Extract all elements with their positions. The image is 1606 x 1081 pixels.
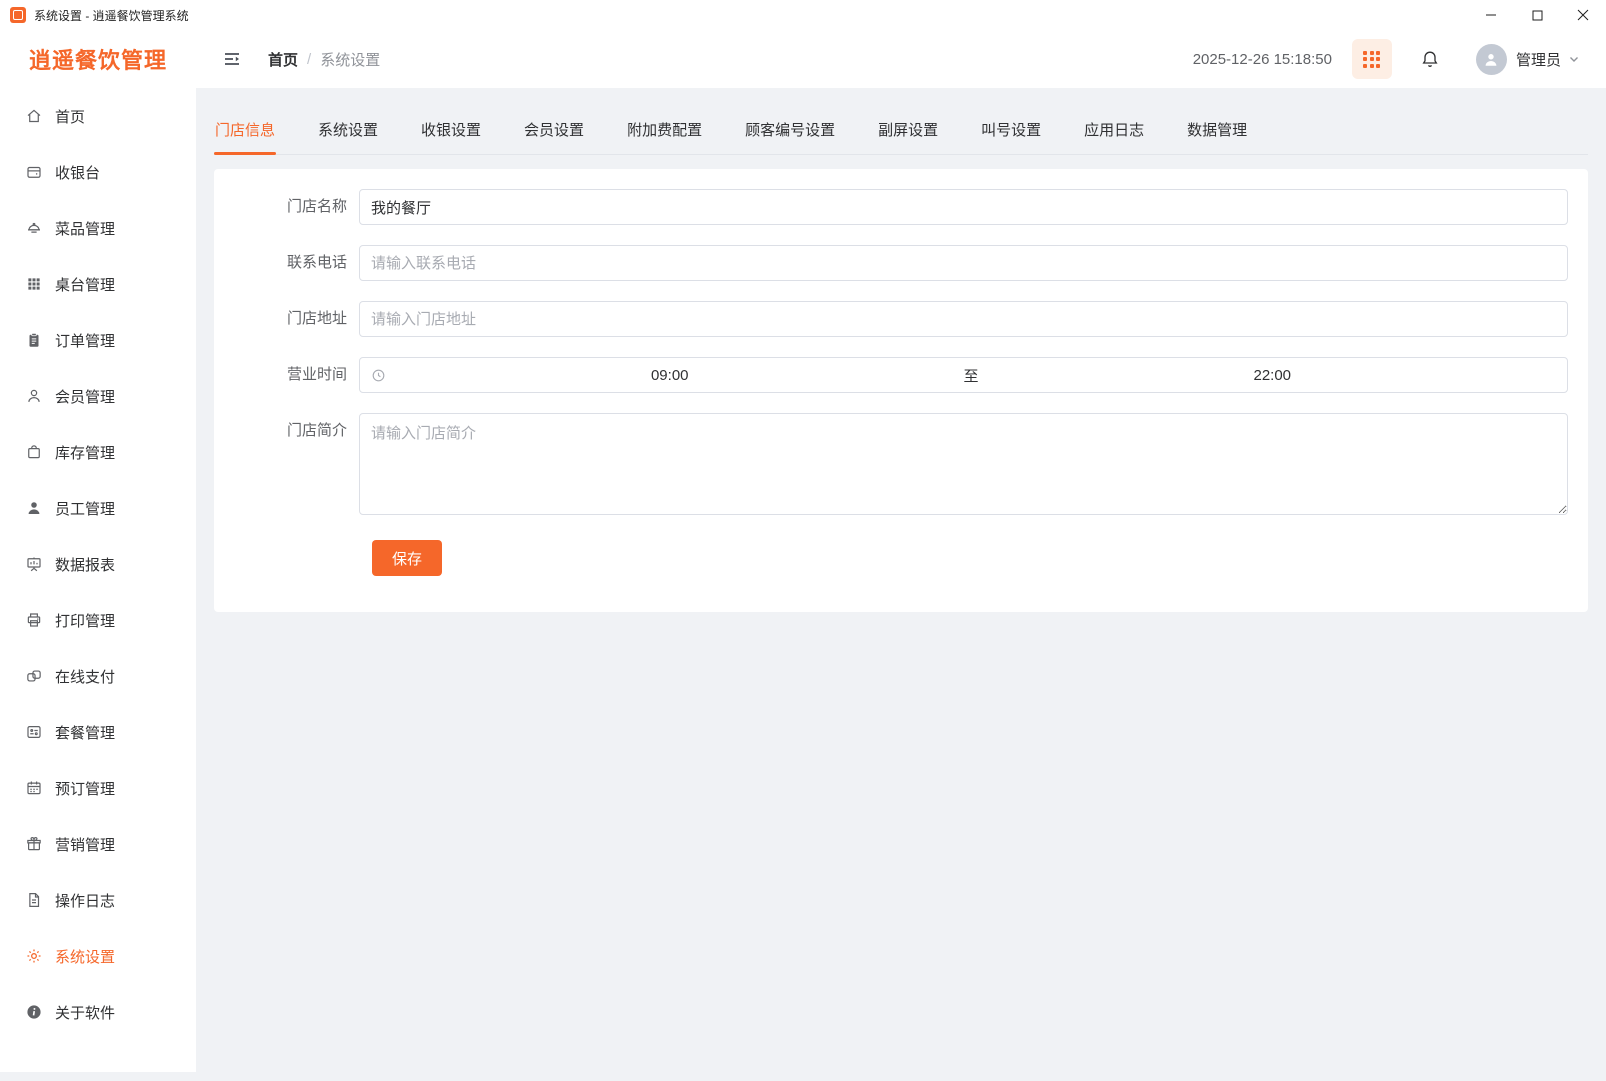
- minimize-button[interactable]: [1468, 0, 1514, 30]
- dish-icon: [25, 219, 43, 237]
- sidebar-item-combos[interactable]: 套餐管理: [0, 704, 196, 760]
- header: 首页 / 系统设置 2025-12-26 15:18:50 管理员: [196, 30, 1606, 88]
- fold-icon: [223, 50, 241, 68]
- reservation-icon: [25, 779, 43, 797]
- business-hours-end-input[interactable]: [989, 367, 1557, 384]
- apps-grid-button[interactable]: [1352, 39, 1392, 79]
- sidebar-fold-button[interactable]: [222, 49, 242, 69]
- user-menu[interactable]: 管理员: [1476, 44, 1580, 75]
- sidebar-item-home[interactable]: 首页: [0, 88, 196, 144]
- tab-call-number-settings[interactable]: 叫号设置: [980, 105, 1042, 154]
- address-input[interactable]: [359, 301, 1568, 337]
- range-separator: 至: [954, 365, 989, 386]
- sidebar: 逍遥餐饮管理 首页 收银台 菜品管理 桌台管理 订单管理 会员管理 库存管理: [0, 30, 196, 1072]
- avatar: [1476, 44, 1507, 75]
- tab-store-info[interactable]: 门店信息: [214, 105, 276, 154]
- username: 管理员: [1516, 49, 1561, 70]
- tab-app-logs[interactable]: 应用日志: [1083, 105, 1145, 154]
- business-hours-label: 营业时间: [234, 357, 359, 393]
- tab-customer-number-settings[interactable]: 顾客编号设置: [744, 105, 836, 154]
- close-icon: [1577, 9, 1589, 21]
- sidebar-item-inventory[interactable]: 库存管理: [0, 424, 196, 480]
- phone-label: 联系电话: [234, 245, 359, 281]
- chevron-down-icon: [1568, 53, 1580, 65]
- settings-tabs: 门店信息 系统设置 收银设置 会员设置 附加费配置 顾客编号设置 副屏设置 叫号…: [214, 105, 1588, 155]
- window-title: 系统设置 - 逍遥餐饮管理系统: [34, 7, 189, 24]
- phone-input[interactable]: [359, 245, 1568, 281]
- staff-icon: [25, 499, 43, 517]
- clock-icon: [371, 368, 386, 383]
- save-button[interactable]: 保存: [372, 540, 442, 576]
- tab-member-settings[interactable]: 会员设置: [523, 105, 585, 154]
- sidebar-item-members[interactable]: 会员管理: [0, 368, 196, 424]
- sidebar-item-orders[interactable]: 订单管理: [0, 312, 196, 368]
- sidebar-item-about[interactable]: 关于软件: [0, 984, 196, 1040]
- close-button[interactable]: [1560, 0, 1606, 30]
- tab-data-management[interactable]: 数据管理: [1186, 105, 1248, 154]
- store-name-label: 门店名称: [234, 189, 359, 225]
- horizontal-scrollbar-track[interactable]: [0, 1072, 1606, 1081]
- sidebar-item-staff[interactable]: 员工管理: [0, 480, 196, 536]
- apps-grid-icon: [1363, 51, 1380, 68]
- sidebar-item-operation-log[interactable]: 操作日志: [0, 872, 196, 928]
- app-name: 逍遥餐饮管理: [0, 30, 196, 88]
- avatar-user-icon: [1482, 50, 1500, 68]
- sidebar-item-tables[interactable]: 桌台管理: [0, 256, 196, 312]
- store-info-form-card: 门店名称 联系电话 门店地址: [214, 169, 1588, 612]
- printer-icon: [25, 611, 43, 629]
- titlebar: 系统设置 - 逍遥餐饮管理系统: [0, 0, 1606, 30]
- business-hours-range-picker[interactable]: 至: [359, 357, 1568, 393]
- sidebar-item-cashier[interactable]: 收银台: [0, 144, 196, 200]
- tab-surcharge-settings[interactable]: 附加费配置: [626, 105, 703, 154]
- datetime-display: 2025-12-26 15:18:50: [1193, 51, 1332, 68]
- sidebar-item-reservations[interactable]: 预订管理: [0, 760, 196, 816]
- table-grid-icon: [25, 275, 43, 293]
- minimize-icon: [1485, 9, 1497, 21]
- store-name-input[interactable]: [359, 189, 1568, 225]
- member-icon: [25, 387, 43, 405]
- payment-icon: [25, 667, 43, 685]
- order-icon: [25, 331, 43, 349]
- report-icon: [25, 555, 43, 573]
- sidebar-item-printing[interactable]: 打印管理: [0, 592, 196, 648]
- sidebar-item-reports[interactable]: 数据报表: [0, 536, 196, 592]
- business-hours-start-input[interactable]: [386, 367, 954, 384]
- maximize-icon: [1532, 10, 1543, 21]
- content-area: 门店信息 系统设置 收银设置 会员设置 附加费配置 顾客编号设置 副屏设置 叫号…: [196, 88, 1606, 1072]
- store-intro-label: 门店简介: [234, 413, 359, 520]
- inventory-icon: [25, 443, 43, 461]
- sidebar-item-online-payment[interactable]: 在线支付: [0, 648, 196, 704]
- sidebar-item-dishes[interactable]: 菜品管理: [0, 200, 196, 256]
- cashier-icon: [25, 163, 43, 181]
- window-controls: [1468, 0, 1606, 30]
- breadcrumb-current: 系统设置: [320, 49, 380, 70]
- app-logo-icon: [10, 7, 26, 23]
- notifications-button[interactable]: [1418, 47, 1442, 71]
- breadcrumb-home[interactable]: 首页: [268, 49, 298, 70]
- address-label: 门店地址: [234, 301, 359, 337]
- sidebar-item-system-settings[interactable]: 系统设置: [0, 928, 196, 984]
- settings-gear-icon: [25, 947, 43, 965]
- combo-icon: [25, 723, 43, 741]
- breadcrumb-separator: /: [307, 51, 311, 68]
- tab-system-settings[interactable]: 系统设置: [317, 105, 379, 154]
- tab-cashier-settings[interactable]: 收银设置: [420, 105, 482, 154]
- store-intro-textarea[interactable]: [359, 413, 1568, 515]
- breadcrumb: 首页 / 系统设置: [268, 49, 380, 70]
- maximize-button[interactable]: [1514, 0, 1560, 30]
- marketing-icon: [25, 835, 43, 853]
- operation-log-icon: [25, 891, 43, 909]
- bell-icon: [1420, 49, 1440, 69]
- about-info-icon: [25, 1003, 43, 1021]
- sidebar-item-marketing[interactable]: 营销管理: [0, 816, 196, 872]
- home-icon: [25, 107, 43, 125]
- tab-second-screen-settings[interactable]: 副屏设置: [877, 105, 939, 154]
